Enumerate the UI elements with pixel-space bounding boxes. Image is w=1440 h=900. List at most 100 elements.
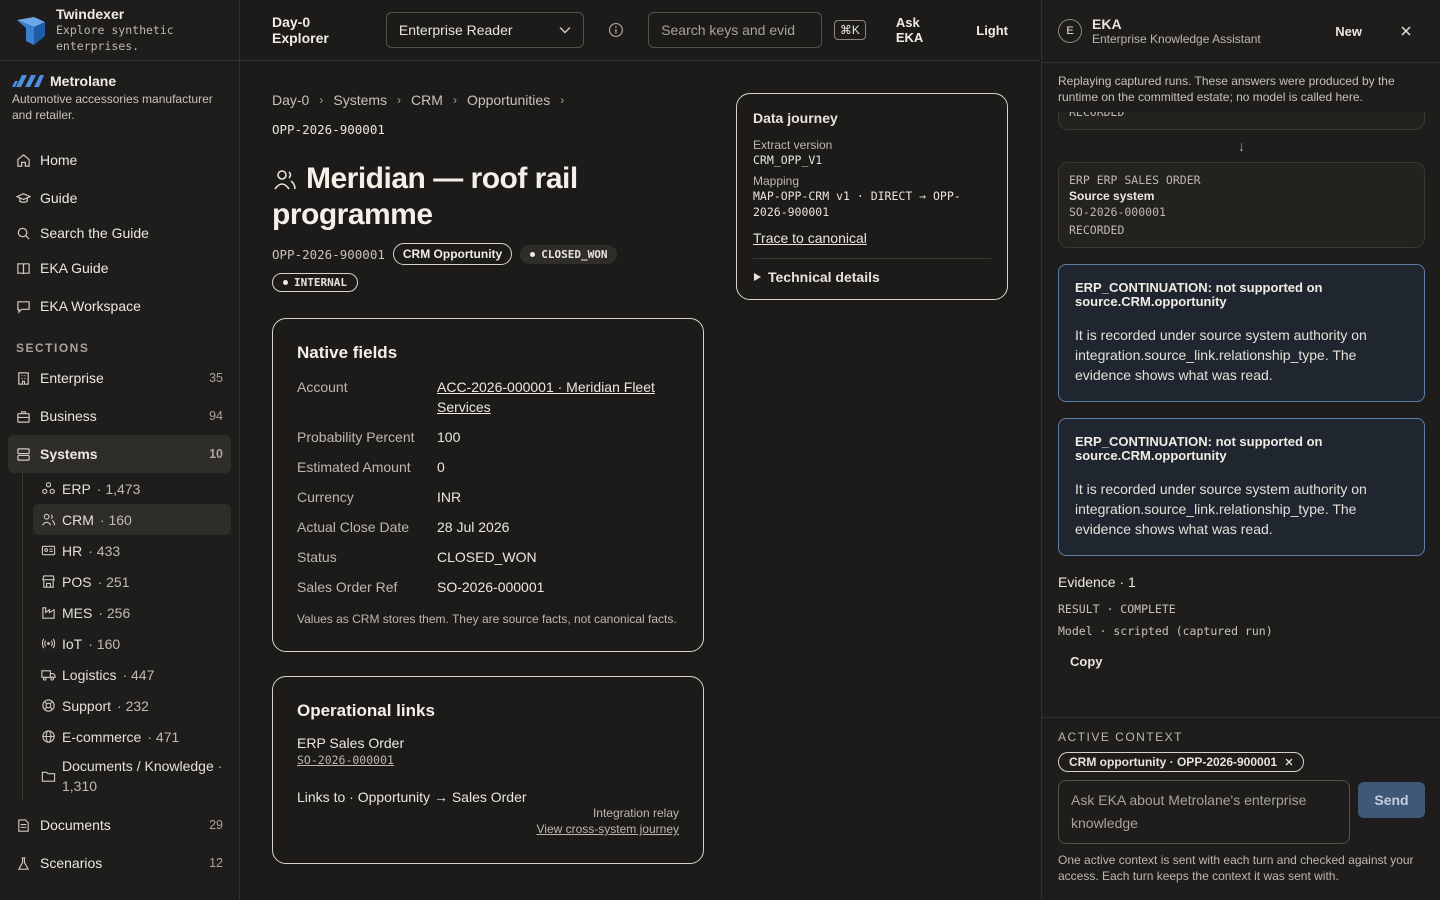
- sub-item-documents-knowledge[interactable]: Documents / Knowledge · 1,310: [33, 752, 231, 800]
- sub-item-mes[interactable]: MES · 256: [33, 597, 231, 628]
- breadcrumb-item[interactable]: CRM: [411, 92, 443, 108]
- linked-record-id[interactable]: SO-2026-000001: [297, 753, 679, 767]
- remove-context-icon[interactable]: [1285, 758, 1293, 766]
- error-title: ERP_CONTINUATION: not supported on sourc…: [1075, 434, 1323, 463]
- field-value: CLOSED_WON: [437, 549, 537, 565]
- context-chip[interactable]: CRM opportunity · OPP-2026-900001: [1058, 752, 1305, 772]
- step-header: ERP ERP SALES ORDER: [1069, 173, 1201, 187]
- truck-icon: [41, 670, 56, 681]
- sub-item-crm[interactable]: CRM · 160: [33, 504, 231, 535]
- nav-item-business[interactable]: Business 94: [8, 397, 231, 435]
- copy-button[interactable]: Copy: [1070, 654, 1425, 669]
- theme-toggle-button[interactable]: Light: [976, 23, 1008, 38]
- sidebar: Twindexer Explore synthetic enterprises.…: [0, 0, 240, 900]
- error-body: It is recorded under source system autho…: [1075, 327, 1367, 383]
- sub-item-label: MES: [62, 604, 93, 621]
- chat-icon: [17, 300, 30, 314]
- tenant-block[interactable]: Metrolane Automotive accessories manufac…: [0, 61, 239, 123]
- nav-item-label: Enterprise: [40, 370, 104, 386]
- context-note: One active context is sent with each tur…: [1058, 853, 1414, 883]
- breadcrumb-item[interactable]: Opportunities: [467, 92, 550, 108]
- new-chat-button[interactable]: New: [1335, 24, 1362, 39]
- nav-item-eka-guide[interactable]: EKA Guide: [8, 249, 231, 287]
- evidence-heading[interactable]: Evidence · 1: [1058, 574, 1425, 590]
- step-status: RECORDED: [1069, 223, 1125, 237]
- extract-label: Extract version: [753, 138, 833, 152]
- sections-heading: SECTIONS: [16, 341, 90, 355]
- data-journey-card: Data journey Extract version CRM_OPP_V1 …: [736, 93, 1008, 300]
- users-icon: [41, 513, 56, 526]
- nav-item-search-guide[interactable]: Search the Guide: [8, 217, 231, 249]
- send-button[interactable]: Send: [1358, 782, 1425, 818]
- eka-panel: E EKA Enterprise Knowledge Assistant New…: [1041, 0, 1440, 900]
- info-icon[interactable]: [608, 22, 624, 38]
- type-badge: CRM Opportunity: [392, 243, 513, 265]
- technical-details-label: Technical details: [768, 269, 880, 285]
- replay-notice: Replaying captured runs. These answers w…: [1058, 74, 1395, 104]
- record-meta: OPP-2026-900001 CRM Opportunity CLOSED_W…: [272, 243, 704, 265]
- breadcrumb-item[interactable]: Systems: [333, 92, 387, 108]
- field-label: Estimated Amount: [297, 459, 411, 475]
- conversation-log[interactable]: RECORDED ↓ ERP ERP SALES ORDER Source sy…: [1058, 112, 1425, 717]
- nav-item-documents[interactable]: Documents 29: [8, 806, 231, 844]
- field-label: Actual Close Date: [297, 519, 410, 535]
- link-relay: Integration relay: [592, 806, 679, 820]
- tenant-description: Automotive accessories manufacturer and …: [12, 92, 213, 122]
- sub-item-count: · 433: [88, 542, 121, 559]
- nav-item-systems[interactable]: Systems 10: [8, 435, 231, 473]
- radio-icon: [41, 638, 56, 649]
- sub-item-count: · 256: [98, 604, 131, 621]
- nav-item-label: Home: [40, 152, 78, 168]
- folder-icon: [41, 771, 56, 782]
- nav-item-scenarios[interactable]: Scenarios 12: [8, 844, 231, 882]
- brand-name: Twindexer: [56, 6, 125, 22]
- sub-item-label: Logistics: [62, 666, 117, 683]
- store-icon: [42, 575, 55, 588]
- field-label: Currency: [297, 489, 354, 505]
- sub-item-logistics[interactable]: Logistics · 447: [33, 659, 231, 690]
- nav-item-guide[interactable]: Guide: [8, 179, 231, 217]
- sub-item-count: · 160: [88, 635, 121, 652]
- nav-item-count: 35: [209, 371, 223, 385]
- visibility-badge: INTERNAL: [272, 273, 358, 292]
- sub-item-iot[interactable]: IoT · 160: [33, 628, 231, 659]
- sub-item-support[interactable]: Support · 232: [33, 690, 231, 721]
- step-label: Source system: [1069, 189, 1155, 203]
- nav-item-eka-workspace[interactable]: EKA Workspace: [8, 287, 231, 325]
- sub-item-erp[interactable]: ERP · 1,473: [33, 473, 231, 504]
- field-row: Actual Close Date 28 Jul 2026: [297, 517, 679, 537]
- card-title: Native fields: [297, 343, 398, 362]
- sub-item-ecommerce[interactable]: E-commerce · 471: [33, 721, 231, 752]
- nav-item-enterprise[interactable]: Enterprise 35: [8, 359, 231, 397]
- link-relation-row: Links to · Opportunity → Sales Order: [297, 789, 679, 805]
- search-input[interactable]: Search keys and evid: [648, 12, 822, 48]
- lens-select[interactable]: Enterprise Reader: [385, 12, 585, 48]
- nav-item-home[interactable]: Home: [8, 141, 231, 179]
- field-label: Status: [297, 549, 337, 565]
- field-row: Account ACC-2026-000001 · Meridian Fleet…: [297, 377, 679, 417]
- breadcrumb-item[interactable]: Day-0: [272, 92, 309, 108]
- trace-canonical-link[interactable]: Trace to canonical: [753, 230, 991, 246]
- view-journey-link[interactable]: View cross-system journey: [297, 821, 680, 837]
- close-icon[interactable]: [1400, 25, 1412, 37]
- ask-eka-button[interactable]: Ask EKA: [896, 15, 950, 45]
- eka-panel-header: E EKA Enterprise Knowledge Assistant New: [1042, 0, 1440, 63]
- breadcrumb: Day-0 › Systems › CRM › Opportunities ›: [272, 92, 704, 108]
- globe-icon: [42, 730, 55, 743]
- sub-item-label: HR: [62, 542, 83, 559]
- brand-header[interactable]: Twindexer Explore synthetic enterprises.: [0, 0, 239, 61]
- account-link[interactable]: ACC-2026-000001 · Meridian Fleet Service…: [437, 377, 679, 417]
- field-value: 100: [437, 429, 461, 445]
- nav-item-count: 94: [209, 409, 223, 423]
- page-title-text: Meridian — roof rail programme: [272, 162, 578, 231]
- sub-item-label: IoT: [62, 635, 83, 652]
- operational-links-card: Operational links ERP Sales Order SO-202…: [272, 676, 704, 864]
- sub-item-pos[interactable]: POS · 251: [33, 566, 231, 597]
- technical-details-toggle[interactable]: Technical details: [753, 269, 991, 285]
- continuation-error: ERP_CONTINUATION: not supported on sourc…: [1058, 418, 1425, 556]
- ask-input[interactable]: Ask EKA about Metrolane's enterprise kno…: [1058, 780, 1350, 844]
- users-icon: [274, 170, 296, 190]
- sub-item-hr[interactable]: HR · 433: [33, 535, 231, 566]
- flask-icon: [17, 856, 30, 870]
- field-value: 28 Jul 2026: [437, 519, 510, 535]
